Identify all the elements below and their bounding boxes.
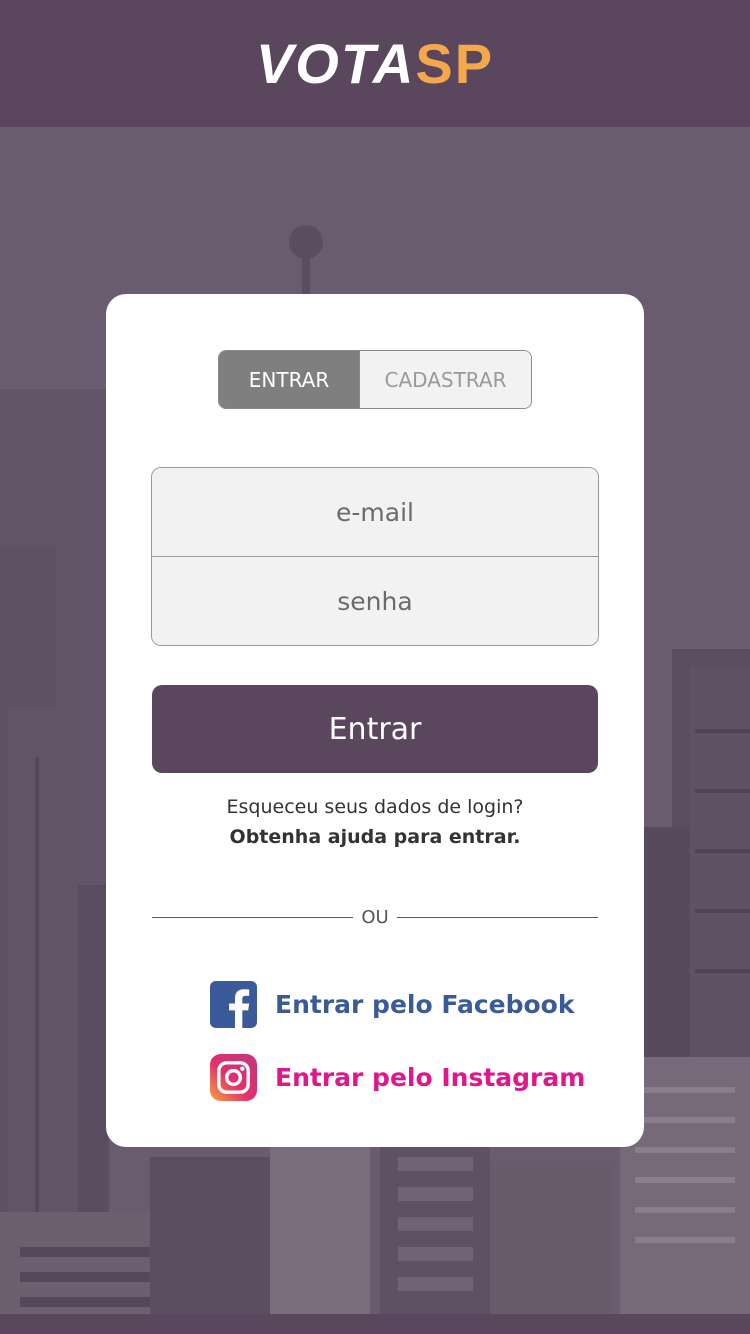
- get-help-link[interactable]: Obtenha ajuda para entrar.: [106, 822, 644, 852]
- logo-text-sp: SP: [415, 31, 495, 95]
- tab-cadastrar[interactable]: CADASTRAR: [359, 351, 531, 408]
- login-help: Esqueceu seus dados de login? Obtenha aj…: [106, 792, 644, 852]
- instagram-icon: [210, 1053, 257, 1101]
- divider-line-right: [396, 916, 598, 918]
- password-field[interactable]: [152, 557, 598, 645]
- facebook-login-button[interactable]: Entrar pelo Facebook: [210, 980, 575, 1028]
- auth-tabs: ENTRAR CADASTRAR: [218, 350, 532, 409]
- facebook-login-label: Entrar pelo Facebook: [275, 989, 575, 1019]
- tab-entrar[interactable]: ENTRAR: [219, 351, 359, 408]
- app-logo: VOTASP: [256, 35, 494, 92]
- facebook-icon: [210, 980, 257, 1028]
- instagram-login-button[interactable]: Entrar pelo Instagram: [210, 1053, 585, 1101]
- or-divider: OU: [152, 904, 598, 930]
- login-card: ENTRAR CADASTRAR Entrar Esqueceu seus da…: [106, 294, 644, 1147]
- logo-text-vota: VOTA: [255, 31, 416, 95]
- or-label: OU: [361, 906, 389, 928]
- credentials-group: [151, 467, 599, 646]
- divider-line-left: [152, 916, 354, 918]
- email-field[interactable]: [152, 468, 598, 556]
- login-button[interactable]: Entrar: [152, 685, 598, 773]
- forgot-login-text: Esqueceu seus dados de login?: [226, 796, 524, 818]
- app-header: VOTASP: [0, 0, 750, 127]
- instagram-login-label: Entrar pelo Instagram: [275, 1062, 586, 1092]
